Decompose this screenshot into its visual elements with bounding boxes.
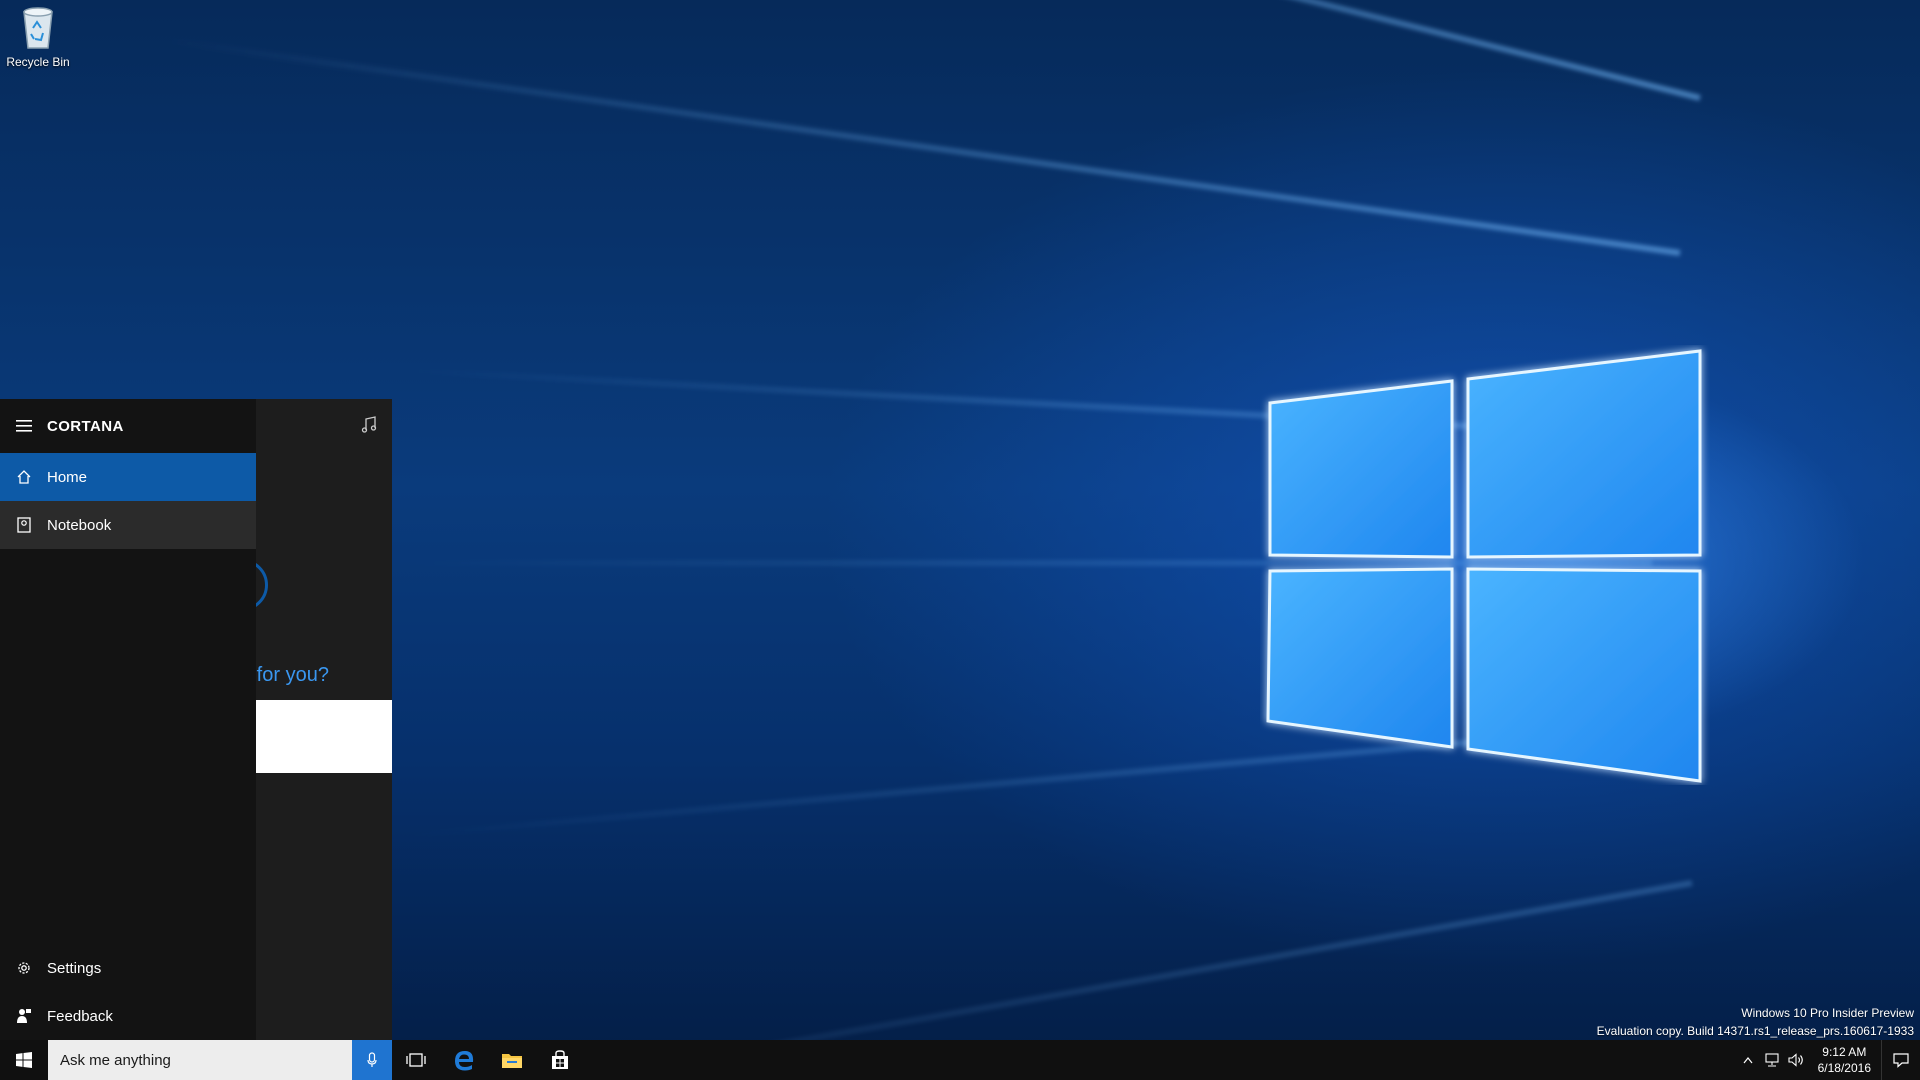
- feedback-icon: [0, 1008, 47, 1024]
- cortana-nav-bottom: Settings Feedback: [0, 944, 256, 1040]
- action-center-button[interactable]: [1881, 1040, 1920, 1080]
- clock-date: 6/18/2016: [1817, 1061, 1871, 1075]
- windows-logo-wallpaper: [1266, 349, 1702, 783]
- recycle-bin-icon: [23, 7, 53, 49]
- nav-item-home[interactable]: Home: [0, 453, 256, 501]
- nav-item-notebook[interactable]: Notebook: [0, 501, 256, 549]
- music-icon[interactable]: [360, 415, 380, 440]
- cortana-content-card[interactable]: [256, 700, 392, 773]
- chevron-up-icon: [1743, 1057, 1753, 1064]
- light-ray: [164, 37, 1681, 256]
- gear-icon: [0, 960, 47, 976]
- nav-item-settings[interactable]: Settings: [0, 944, 256, 992]
- cortana-title: CORTANA: [47, 417, 124, 435]
- start-button[interactable]: [0, 1040, 48, 1080]
- clock-time: 9:12 AM: [1822, 1045, 1867, 1059]
- edge-button[interactable]: [440, 1040, 488, 1080]
- home-icon: [0, 469, 47, 485]
- file-explorer-button[interactable]: [488, 1040, 536, 1080]
- recycle-bin-shortcut[interactable]: Recycle Bin: [4, 6, 72, 69]
- volume-button[interactable]: [1784, 1053, 1808, 1067]
- cortana-content: o for you?: [256, 399, 392, 1040]
- nav-item-label: Settings: [47, 959, 102, 977]
- nav-item-label: Feedback: [47, 1007, 113, 1025]
- notification-icon: [1893, 1053, 1909, 1068]
- nav-item-feedback[interactable]: Feedback: [0, 992, 256, 1040]
- nav-item-label: Home: [47, 468, 88, 486]
- recycle-bin-label: Recycle Bin: [6, 55, 70, 69]
- watermark-line1: Windows 10 Pro Insider Preview: [1741, 1006, 1914, 1020]
- store-icon: [552, 1050, 568, 1069]
- cortana-circle-logo: [256, 559, 268, 611]
- cortana-nav-pane: CORTANA Home Notebook Settings Feedback: [0, 399, 256, 1040]
- watermark-line2: Evaluation copy. Build 14371.rs1_release…: [1596, 1024, 1914, 1038]
- microphone-icon: [367, 1052, 377, 1067]
- notebook-icon: [0, 517, 47, 533]
- search-placeholder: Ask me anything: [60, 1051, 171, 1069]
- light-ray: [340, 0, 1701, 101]
- nav-item-label: Notebook: [47, 516, 112, 534]
- build-watermark: Windows 10 Pro Insider Preview Evaluatio…: [1597, 1004, 1914, 1040]
- task-view-icon: [406, 1053, 426, 1067]
- task-view-button[interactable]: [392, 1040, 440, 1080]
- desktop: Recycle Bin CORTANA Home Notebook Settin…: [0, 0, 1920, 1080]
- cortana-greeting: o for you?: [256, 664, 329, 686]
- windows-start-icon: [16, 1052, 32, 1068]
- show-hidden-icons-button[interactable]: [1736, 1056, 1760, 1064]
- cortana-header: CORTANA: [0, 399, 256, 453]
- clock[interactable]: 9:12 AM 6/18/2016: [1808, 1044, 1881, 1076]
- cortana-panel: CORTANA Home Notebook Settings Feedback …: [0, 399, 392, 1040]
- hamburger-icon: [15, 420, 32, 432]
- system-tray: 9:12 AM 6/18/2016: [1736, 1040, 1920, 1080]
- network-icon: [1765, 1053, 1779, 1067]
- cortana-search-box[interactable]: Ask me anything: [48, 1040, 352, 1080]
- microphone-button[interactable]: [352, 1040, 392, 1080]
- file-explorer-icon: [502, 1054, 522, 1068]
- network-button[interactable]: [1760, 1053, 1784, 1067]
- edge-icon: [455, 1051, 474, 1071]
- taskbar: Ask me anything 9:12 AM 6/18/2016: [0, 1040, 1920, 1080]
- store-button[interactable]: [536, 1040, 584, 1080]
- hamburger-menu-button[interactable]: [0, 420, 47, 432]
- volume-icon: [1788, 1053, 1803, 1067]
